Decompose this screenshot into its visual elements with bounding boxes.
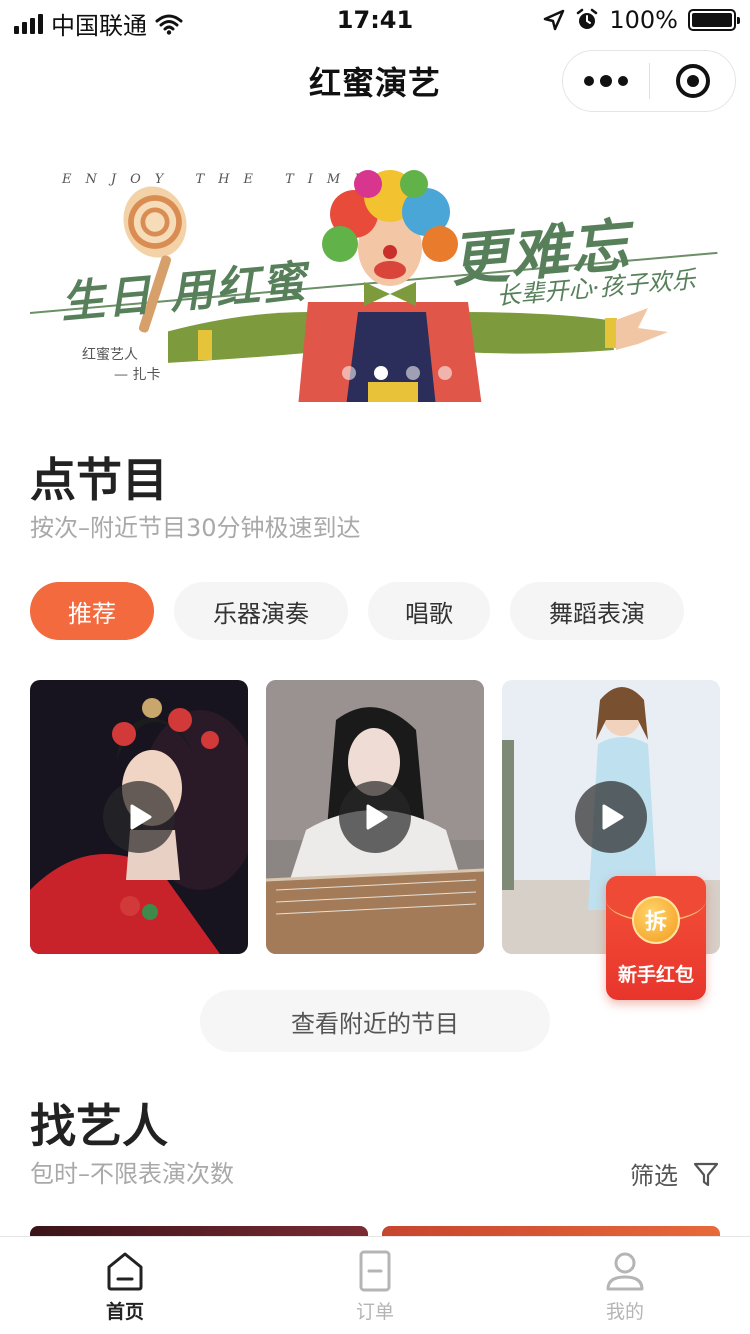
banner-pagination [342, 366, 452, 380]
new-user-red-packet[interactable]: 拆 新手红包 [606, 876, 706, 1000]
tab-home[interactable]: 首页 [0, 1237, 250, 1334]
tab-label: 首页 [105, 1301, 144, 1323]
category-chip-label: 推荐 [68, 599, 116, 628]
more-button[interactable] [563, 51, 649, 111]
location-arrow-icon [544, 9, 565, 31]
play-icon [366, 804, 388, 830]
pagination-dot[interactable] [342, 366, 356, 380]
category-chip-label: 乐器演奏 [213, 599, 309, 628]
program-card[interactable] [30, 680, 248, 954]
red-packet-label: 新手红包 [617, 964, 694, 986]
program-card[interactable] [266, 680, 484, 954]
category-chip-label: 唱歌 [405, 599, 453, 628]
mini-program-capsule [562, 50, 736, 112]
category-chip-singing[interactable]: 唱歌 [368, 582, 490, 640]
view-nearby-programs-label: 查看附近的节目 [291, 1009, 459, 1038]
app-screen: 中国联通 17:41 100% 红蜜演艺 ENJOY THE TIME 更难忘 … [0, 0, 750, 1334]
battery-percent: 100% [609, 6, 678, 34]
alarm-clock-icon [577, 8, 598, 29]
nav-bar: 红蜜演艺 [0, 44, 750, 120]
category-chip-instrument[interactable]: 乐器演奏 [174, 582, 348, 640]
category-chip-dance[interactable]: 舞蹈表演 [510, 582, 684, 640]
red-packet-coin: 拆 [632, 896, 680, 944]
pagination-dot[interactable] [374, 366, 388, 380]
play-icon [130, 804, 152, 830]
user-icon [606, 1252, 644, 1291]
artists-subtitle: 包时–不限表演次数 [30, 1160, 234, 1188]
status-bar: 中国联通 17:41 100% [0, 0, 750, 44]
banner-credit-name: 红蜜艺人 [82, 347, 138, 363]
target-icon [675, 64, 710, 98]
play-icon [602, 804, 624, 830]
funnel-icon [693, 1162, 719, 1186]
category-chip-label: 舞蹈表演 [549, 599, 645, 628]
status-right: 100% [543, 6, 740, 34]
pagination-dot[interactable] [406, 366, 420, 380]
tab-label: 订单 [355, 1301, 394, 1323]
filter-label: 筛选 [630, 1162, 678, 1190]
more-dots-icon [584, 75, 628, 87]
tab-profile[interactable]: 我的 [500, 1237, 750, 1334]
artists-title: 找艺人 [30, 1099, 168, 1153]
tab-orders[interactable]: 订单 [250, 1237, 500, 1334]
home-icon [107, 1252, 143, 1291]
category-tabs: 推荐 乐器演奏 唱歌 舞蹈表演 [30, 582, 684, 640]
tab-label: 我的 [605, 1301, 644, 1323]
play-button[interactable] [575, 781, 647, 853]
promo-banner[interactable]: ENJOY THE TIME 更难忘 生日 用红蜜 长辈开心·孩子欢乐 红蜜艺人… [30, 150, 720, 402]
view-nearby-programs-button[interactable]: 查看附近的节目 [200, 990, 550, 1052]
order-icon [359, 1250, 391, 1292]
play-button[interactable] [339, 781, 411, 853]
bottom-tab-bar: 首页 订单 我的 [0, 1236, 750, 1334]
programs-subtitle: 按次–附近节目30分钟极速到达 [30, 514, 361, 542]
banner-credit-artist: — 扎卡 [114, 367, 161, 383]
pagination-dot[interactable] [438, 366, 452, 380]
programs-title: 点节目 [30, 453, 168, 507]
filter-button[interactable]: 筛选 [630, 1156, 720, 1191]
battery-icon [688, 9, 740, 31]
category-chip-recommend[interactable]: 推荐 [30, 582, 154, 640]
play-button[interactable] [103, 781, 175, 853]
close-program-button[interactable] [650, 51, 735, 111]
